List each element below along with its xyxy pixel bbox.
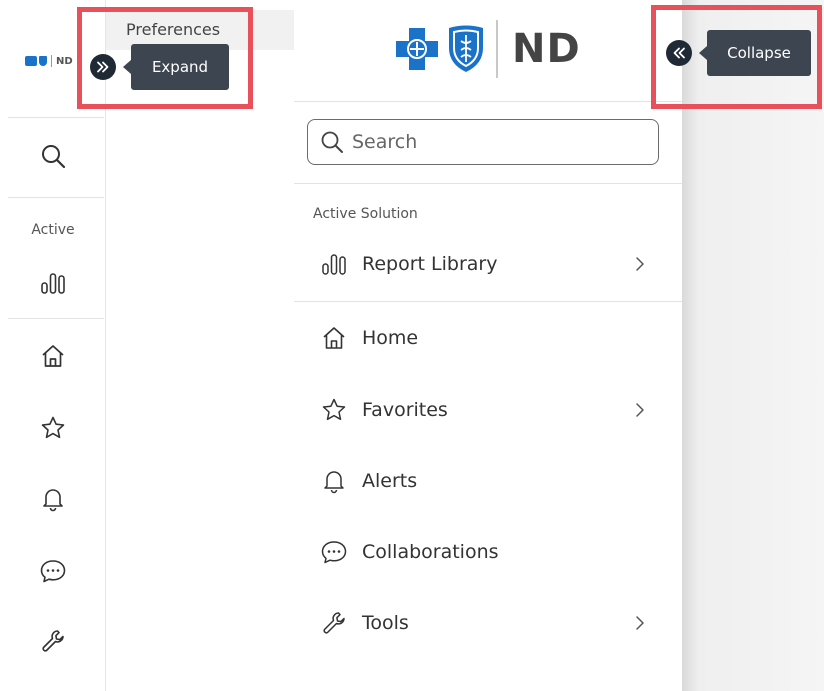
divider (294, 301, 682, 302)
highlight-box-collapse (651, 5, 822, 109)
logo-divider (51, 55, 52, 67)
highlight-box-expand (77, 7, 253, 109)
star-icon (320, 396, 348, 424)
wrench-icon (320, 609, 348, 637)
bell-icon[interactable] (38, 484, 68, 514)
divider (294, 183, 682, 184)
menu-item-label: Alerts (362, 470, 418, 492)
chevron-right-icon (630, 254, 650, 274)
brand-name: ND (512, 26, 581, 72)
search-field[interactable] (307, 119, 659, 165)
home-icon[interactable] (38, 341, 68, 371)
menu-item-favorites[interactable]: Favorites (294, 386, 682, 434)
menu-item-label: Report Library (362, 253, 498, 275)
mini-logo: ND (25, 55, 73, 67)
active-solution-label: Active Solution (313, 206, 418, 222)
divider (294, 101, 682, 102)
wrench-icon[interactable] (38, 626, 68, 656)
divider (8, 318, 104, 319)
menu-item-label: Collaborations (362, 541, 499, 563)
search-input[interactable] (352, 131, 632, 153)
menu-item-alerts[interactable]: Alerts (294, 457, 682, 505)
menu-item-tools[interactable]: Tools (294, 599, 682, 647)
menu-item-report-library[interactable]: Report Library (294, 240, 682, 288)
star-icon[interactable] (38, 413, 68, 443)
divider (8, 197, 104, 198)
blue-cross-icon (396, 28, 438, 70)
bar-chart-icon[interactable] (38, 268, 68, 298)
chevron-right-icon (630, 613, 650, 633)
chevron-right-icon (630, 400, 650, 420)
menu-item-collaborations[interactable]: Collaborations (294, 528, 682, 576)
bell-icon (320, 467, 348, 495)
search-icon (321, 131, 343, 153)
chat-icon[interactable] (38, 556, 68, 586)
search-icon[interactable] (38, 141, 68, 171)
mini-logo-text: ND (56, 55, 73, 67)
bar-chart-icon (320, 250, 348, 278)
chat-icon (320, 538, 348, 566)
divider (8, 117, 104, 118)
cross-logo-icon (25, 56, 37, 66)
menu-item-label: Favorites (362, 399, 448, 421)
logo-divider (496, 20, 498, 78)
blue-shield-icon (449, 25, 483, 72)
menu-item-home[interactable]: Home (294, 314, 682, 362)
shield-logo-icon (39, 56, 47, 66)
active-section-label: Active (31, 222, 75, 238)
brand-logo: ND (394, 20, 581, 78)
menu-item-label: Home (362, 327, 419, 349)
menu-item-label: Tools (362, 612, 409, 634)
home-icon (320, 324, 348, 352)
